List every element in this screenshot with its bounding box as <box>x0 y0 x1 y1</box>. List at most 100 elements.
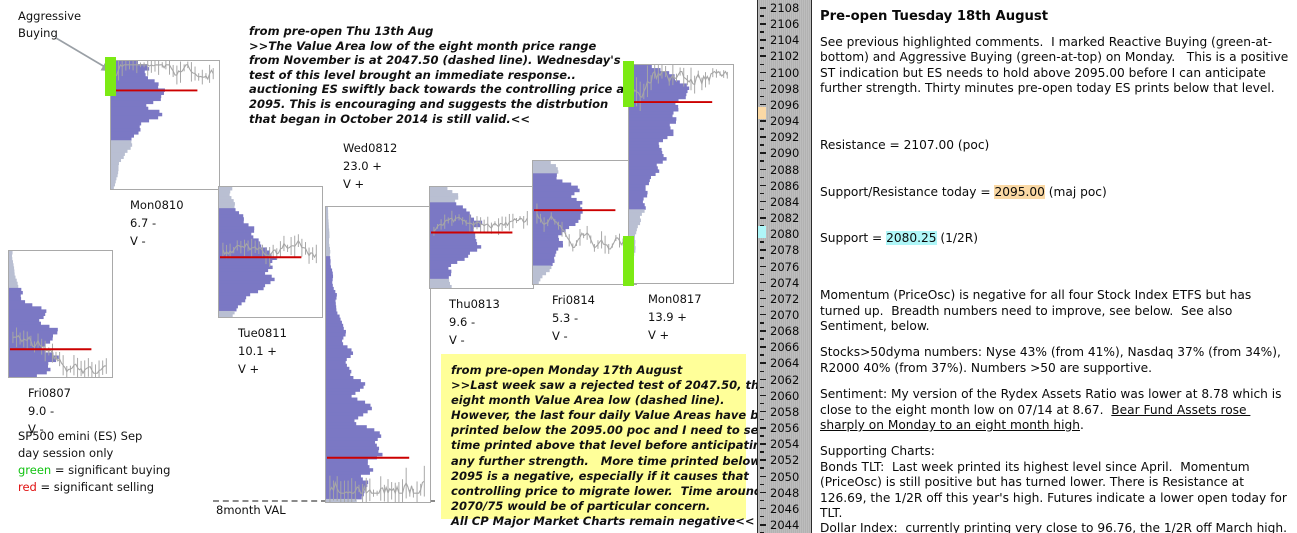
value-area-row <box>533 228 566 233</box>
value-area-row <box>326 449 379 454</box>
value-area-row <box>219 211 240 215</box>
support-line: Support = 2080.25 (1/2R) <box>820 230 1291 246</box>
value-area-row <box>430 275 449 280</box>
value-area-row <box>9 297 22 301</box>
aggressive-buying-marker-mon0817 <box>623 61 634 107</box>
value-area-row <box>326 311 338 315</box>
value-area-row <box>111 97 161 102</box>
value-area-row <box>9 300 26 304</box>
value-area-row <box>629 197 644 201</box>
value-area-row <box>326 256 331 260</box>
profile-row <box>219 205 235 209</box>
note-mon17aug: from pre-open Monday 17th August >>Last … <box>441 354 757 528</box>
profile-row <box>533 268 550 273</box>
value-area-row <box>629 120 676 124</box>
value-area-row <box>219 223 249 227</box>
chart-session-name: Tue0811 <box>238 326 287 340</box>
value-area-row <box>326 483 368 488</box>
value-area-row <box>219 208 236 212</box>
value-area-row <box>219 295 247 300</box>
value-area-row <box>326 437 378 441</box>
value-area-row <box>326 480 369 485</box>
value-area-row <box>629 117 677 121</box>
resistance-today-flag <box>758 107 766 120</box>
value-area-row <box>533 234 559 239</box>
value-area-row <box>111 109 160 114</box>
value-area-row <box>111 137 132 141</box>
profile-row <box>326 210 329 214</box>
chart-range-value: 6.7 - <box>130 216 157 230</box>
profile-chart-tue0811[interactable] <box>218 186 323 318</box>
value-area-row <box>629 178 650 183</box>
value-area-row <box>326 314 340 319</box>
value-area-row <box>219 277 275 282</box>
profile-chart-mon0810[interactable] <box>110 60 220 190</box>
profile-row <box>111 158 122 163</box>
value-area-row <box>430 248 478 252</box>
value-area-row <box>533 197 577 202</box>
value-area-row <box>629 123 670 127</box>
profile-row <box>326 246 330 251</box>
price-scale-axis[interactable]: 2108 2106 2104 2102 2100 2098 2096 2094 2092 2090… <box>757 0 812 533</box>
profile-row <box>533 161 551 165</box>
profile-row <box>219 310 235 315</box>
profile-chart-fri0807[interactable] <box>8 250 113 378</box>
profile-row <box>219 313 233 317</box>
note-thu13aug: from pre-open Thu 13th Aug >>The Value A… <box>249 24 630 126</box>
value-area-row <box>326 388 361 392</box>
value-area-row <box>326 425 367 429</box>
profile-row <box>111 173 118 178</box>
value-area-row <box>533 259 555 263</box>
value-area-row <box>326 280 333 285</box>
value-area-row <box>533 222 576 227</box>
profile-row <box>111 155 124 159</box>
value-area-row <box>326 446 380 451</box>
profile-row <box>111 179 116 184</box>
value-area-row <box>326 268 333 272</box>
sr-today-suffix: (maj poc) <box>1044 184 1107 199</box>
profile-row <box>326 231 330 236</box>
value-area-row <box>533 237 559 242</box>
value-area-row <box>326 434 382 438</box>
value-area-row <box>326 428 375 432</box>
value-area-row <box>219 262 271 267</box>
value-area-row <box>629 126 671 130</box>
value-area-row <box>629 138 663 143</box>
chart-session-name: Wed0812 <box>343 141 398 155</box>
value-area-row <box>219 238 259 242</box>
profile-chart-wed0812[interactable] <box>325 206 431 503</box>
sr-today-value: 2095.00 <box>994 184 1045 199</box>
chart-range-value: 10.1 + <box>238 344 277 358</box>
profile-row <box>111 161 119 166</box>
value-area-row <box>9 358 57 363</box>
legend-red-text: = significant selling <box>36 480 155 494</box>
value-area-row <box>9 367 51 372</box>
value-area-row <box>326 465 370 469</box>
chart-volume-value: V + <box>343 177 365 191</box>
value-area-row <box>9 340 51 344</box>
value-area-row <box>326 262 331 266</box>
value-area-row <box>629 107 679 112</box>
profile-row <box>326 228 330 233</box>
value-area-row <box>326 372 351 377</box>
value-area-row <box>219 304 238 309</box>
value-area-row <box>533 191 575 196</box>
value-area-row <box>326 415 359 420</box>
profile-row <box>9 263 14 267</box>
profile-chart-thu0813[interactable] <box>429 186 534 289</box>
value-area-row <box>9 287 22 292</box>
profile-chart-mon0817[interactable] <box>628 64 734 284</box>
value-area-row <box>326 323 344 328</box>
value-area-row <box>533 231 563 236</box>
value-area-row <box>326 286 334 291</box>
value-area-row <box>326 317 341 322</box>
profile-row <box>326 253 330 257</box>
commentary-levels: Resistance = 2107.00 (poc) Support/Resis… <box>820 108 1291 277</box>
profile-chart-fri0814[interactable] <box>532 160 637 285</box>
value-area-row <box>326 320 342 325</box>
value-area-row <box>430 214 472 219</box>
sentiment-tail: . <box>1079 417 1084 432</box>
profile-row <box>629 224 638 229</box>
profile-row <box>430 187 448 191</box>
value-area-row <box>326 468 374 472</box>
